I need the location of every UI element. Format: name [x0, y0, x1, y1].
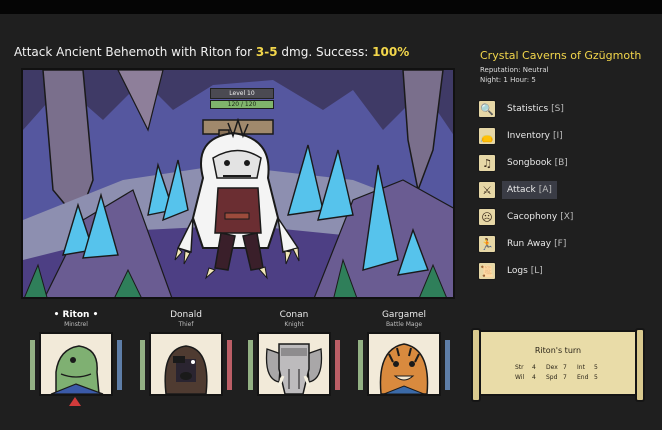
menu-item-run-away[interactable]: 🏃 Run Away [F] [478, 233, 628, 255]
menu-label-text: Songbook [507, 158, 552, 168]
party-member-donald[interactable]: Donald Thief [140, 308, 232, 418]
member-mp-bar [335, 340, 340, 390]
menu-label-text: Run Away [507, 239, 552, 249]
stat-value: 4 [532, 374, 536, 381]
stat-label: Str [515, 364, 524, 371]
member-mp-bar [227, 340, 232, 390]
stat-value: 4 [532, 364, 536, 371]
enemy-hp-panel: Level 10 120 / 120 [210, 88, 274, 109]
stat-value: 5 [594, 364, 598, 371]
menu-label: Inventory [I] [502, 127, 568, 145]
action-description: Attack Ancient Behemoth with Riton for 3… [14, 45, 409, 59]
party-member-riton[interactable]: • Riton • Minstrel [30, 308, 122, 418]
member-class: Minstrel [64, 321, 88, 328]
top-black-bar [0, 0, 662, 14]
member-name: • Riton • [53, 310, 99, 320]
magnifier-icon: 🔍 [478, 100, 496, 118]
menu-label-text: Statistics [507, 104, 549, 114]
member-portrait[interactable] [257, 332, 331, 396]
member-mp-bar [445, 340, 450, 390]
stat-label: Wil [515, 374, 525, 381]
bag-icon: 👝 [478, 127, 496, 145]
member-portrait[interactable] [149, 332, 223, 396]
party-member-gargamel[interactable]: Gargamel Battle Mage [358, 308, 450, 418]
menu-label: Statistics [S] [502, 100, 569, 118]
menu-hotkey: [B] [554, 158, 568, 168]
menu-label: Run Away [F] [502, 235, 571, 253]
stat-value: 7 [563, 374, 567, 381]
stat-row: Str 4 Dex 7 Int 5 [515, 363, 608, 373]
cacophony-face-icon: ☹ [478, 208, 496, 226]
enemy-level: Level 10 [210, 88, 274, 99]
active-turn-indicator [69, 397, 81, 406]
menu-hotkey: [L] [530, 266, 543, 276]
stat-label: End [577, 374, 589, 381]
scroll-icon: 📜 [478, 262, 496, 280]
menu-item-logs[interactable]: 📜 Logs [L] [478, 260, 628, 282]
member-name: Donald [170, 310, 202, 320]
menu-item-songbook[interactable]: ♫ Songbook [B] [478, 152, 628, 174]
member-class: Battle Mage [385, 321, 423, 328]
menu-label-text: Inventory [507, 131, 550, 141]
action-middle: dmg. Success: [281, 45, 369, 59]
stat-value: 5 [594, 374, 598, 381]
time-text: Night: 1 Hour: 5 [480, 76, 536, 84]
member-class: Knight [284, 321, 304, 328]
menu-hotkey: [F] [554, 239, 567, 249]
battle-scene: Level 10 120 / 120 [21, 68, 455, 299]
menu-label: Logs [L] [502, 262, 548, 280]
member-name: Gargamel [381, 310, 427, 320]
member-class: Thief [178, 321, 194, 328]
menu-label-text: Cacophony [507, 212, 558, 222]
member-hp-bar [140, 340, 145, 390]
member-hp-bar [30, 340, 35, 390]
member-hp-bar [248, 340, 253, 390]
music-book-icon: ♫ [478, 154, 496, 172]
action-prefix: Attack Ancient Behemoth with Riton for [14, 45, 253, 59]
party-member-conan[interactable]: Conan Knight [248, 308, 340, 418]
stat-value: 7 [563, 364, 567, 371]
menu-label: Attack [A] [502, 181, 557, 199]
stat-label: Spd [546, 374, 558, 381]
menu-label: Cacophony [X] [502, 208, 578, 226]
reputation-text: Reputation: Neutral [480, 66, 549, 74]
menu-item-inventory[interactable]: 👝 Inventory [I] [478, 125, 628, 147]
menu-item-statistics[interactable]: 🔍 Statistics [S] [478, 98, 628, 120]
member-hp-bar [358, 340, 363, 390]
member-portrait[interactable] [367, 332, 441, 396]
turn-title: Riton's turn [534, 346, 582, 355]
member-mp-bar [117, 340, 122, 390]
action-menu: 🔍 Statistics [S] 👝 Inventory [I] ♫ Songbook [B] ⚔… [478, 98, 628, 287]
turn-info-scroll: Riton's turn Str 4 Dex 7 Int 5 Wil 4 Spd 7 End 5 [471, 328, 645, 402]
stat-grid: Str 4 Dex 7 Int 5 Wil 4 Spd 7 End 5 [515, 363, 608, 383]
success-chance: 100% [372, 45, 410, 59]
stat-label: Dex [546, 364, 558, 371]
menu-label: Songbook [B] [502, 154, 573, 172]
member-name: Conan [279, 310, 309, 320]
menu-hotkey: [S] [551, 104, 564, 114]
stat-row: Wil 4 Spd 7 End 5 [515, 373, 608, 383]
menu-item-attack[interactable]: ⚔ Attack [A] [478, 179, 628, 201]
party-panel: • Riton • Minstrel Donald Thief Conan Kn… [30, 308, 450, 418]
stat-label: Int [577, 364, 585, 371]
behemoth-enemy[interactable] [173, 118, 303, 283]
location-meta: Reputation: Neutral Night: 1 Hour: 5 [480, 65, 549, 85]
member-portrait[interactable] [39, 332, 113, 396]
running-man-icon: 🏃 [478, 235, 496, 253]
menu-label-text: Attack [507, 185, 536, 195]
menu-hotkey: [A] [538, 185, 552, 195]
location-title: Crystal Caverns of Gzügmoth [480, 49, 642, 62]
sword-icon: ⚔ [478, 181, 496, 199]
menu-hotkey: [X] [560, 212, 574, 222]
enemy-hp-bar: 120 / 120 [210, 100, 274, 109]
menu-hotkey: [I] [553, 131, 563, 141]
menu-item-cacophony[interactable]: ☹ Cacophony [X] [478, 206, 628, 228]
menu-label-text: Logs [507, 266, 528, 276]
damage-range: 3-5 [255, 45, 278, 59]
